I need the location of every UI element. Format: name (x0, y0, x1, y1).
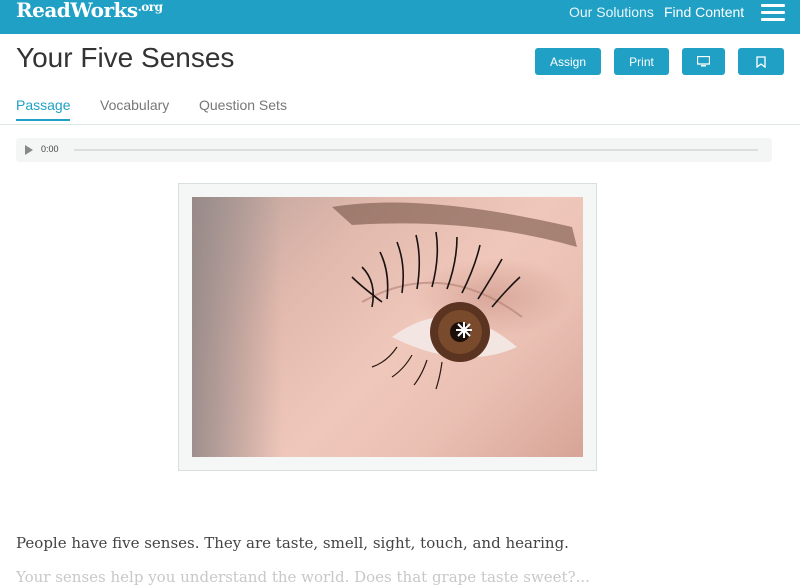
logo-suffix: .org (137, 0, 163, 14)
assign-button[interactable]: Assign (535, 48, 601, 75)
present-button[interactable] (682, 48, 725, 75)
monitor-icon (697, 56, 710, 67)
readworks-logo[interactable]: ReadWorks.org (16, 0, 163, 22)
logo-text: ReadWorks (16, 0, 138, 22)
eye-highlight (456, 322, 472, 338)
audio-time: 0:00 (41, 144, 59, 154)
audio-player: 0:00 (16, 138, 772, 162)
print-button[interactable]: Print (614, 48, 669, 75)
hamburger-icon[interactable] (761, 0, 785, 21)
tab-question-sets[interactable]: Question Sets (199, 97, 287, 113)
page-title: Your Five Senses (16, 42, 235, 73)
passage-paragraph-2: Your senses help you understand the worl… (16, 568, 590, 586)
passage-image-frame (178, 183, 597, 471)
tab-vocabulary[interactable]: Vocabulary (100, 97, 169, 113)
audio-progress-bar[interactable] (74, 149, 758, 151)
play-icon[interactable] (25, 145, 33, 155)
tab-bar: Passage Vocabulary Question Sets (0, 94, 800, 125)
bookmark-icon (756, 55, 766, 68)
eye-closeup-image (192, 197, 583, 457)
top-nav-bar: ReadWorks.org Our Solutions Find Content (0, 0, 800, 34)
tab-passage[interactable]: Passage (16, 97, 71, 121)
passage-paragraph-1: People have five senses. They are taste,… (16, 534, 569, 552)
nav-find-content[interactable]: Find Content (664, 4, 744, 20)
nav-our-solutions[interactable]: Our Solutions (569, 4, 654, 20)
bookmark-button[interactable] (738, 48, 784, 75)
